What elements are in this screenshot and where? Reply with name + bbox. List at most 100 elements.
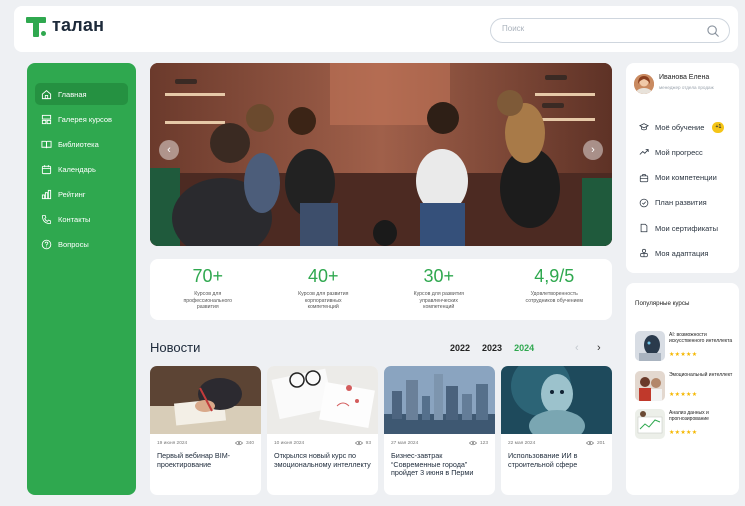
- news-date: 19 июня 2024: [157, 440, 188, 446]
- news-title: Открылся новый курс по эмоциональному ин…: [274, 451, 371, 469]
- year-tab-active[interactable]: 2024: [514, 343, 534, 353]
- profile-panel: Иванова Елена менеджер отдела продаж Моё…: [626, 63, 739, 273]
- calendar-icon: [41, 164, 52, 174]
- sidebar-item-home[interactable]: Главная: [35, 83, 128, 105]
- graduation-cap-icon: [639, 123, 649, 131]
- profile-role: менеджер отдела продаж: [659, 85, 714, 90]
- news-image: [150, 366, 261, 434]
- popular-course-item[interactable]: Эмоциональный интеллект ★★★★★: [635, 371, 735, 403]
- news-meta: 19 июня 2024 340: [150, 434, 261, 446]
- news-date: 27 мая 2024: [391, 440, 419, 446]
- eye-icon: [468, 440, 477, 446]
- chevron-left-icon: ‹: [575, 342, 579, 354]
- target-icon: [639, 198, 649, 208]
- news-title: Первый вебинар BIM-проектирование: [157, 451, 231, 469]
- profile-item-progress[interactable]: Мой прогресс: [639, 146, 724, 158]
- stat-value: 40+: [307, 266, 339, 286]
- hero-next-button[interactable]: ›: [583, 140, 603, 160]
- news-views: 201: [585, 440, 605, 446]
- home-icon: [41, 89, 52, 99]
- profile-item-adaptation[interactable]: Моя адаптация: [639, 247, 724, 259]
- news-views: 123: [468, 440, 488, 446]
- stats-panel: 70+ Курсов для профессионального развити…: [150, 259, 612, 320]
- search-box[interactable]: [490, 18, 730, 43]
- news-date: 10 июня 2024: [274, 440, 305, 446]
- news-prev-button[interactable]: ‹: [575, 342, 579, 354]
- search-icon[interactable]: [706, 24, 720, 38]
- profile-item-learning[interactable]: Моё обучение +1: [639, 121, 725, 133]
- news-title: Использование ИИ в строительной сфере: [508, 451, 578, 469]
- news-views-count: 201: [596, 440, 605, 446]
- avatar[interactable]: [634, 74, 654, 94]
- search-input[interactable]: [502, 24, 692, 33]
- news-views: 93: [354, 440, 371, 446]
- eye-icon: [585, 440, 594, 446]
- trend-up-icon: [639, 149, 649, 156]
- sidebar-item-label: Контакты: [58, 214, 91, 224]
- year-tab[interactable]: 2023: [482, 343, 502, 353]
- news-next-button[interactable]: ›: [597, 342, 601, 354]
- profile-item-competencies[interactable]: Мои компетенции: [639, 172, 724, 184]
- news-date: 22 мая 2024: [508, 440, 536, 446]
- course-thumbnail: [635, 371, 665, 401]
- hero-banner: ‹ ›: [150, 63, 612, 246]
- sidebar-item-label: Главная: [58, 89, 87, 99]
- news-card[interactable]: 10 июня 2024 93 Открылся новый курс по э…: [267, 366, 378, 495]
- news-views-count: 340: [245, 440, 254, 446]
- profile-item-label: План развития: [655, 198, 707, 208]
- stat-value: 30+: [423, 266, 455, 286]
- sidebar-item-library[interactable]: Библиотека: [35, 133, 128, 155]
- news-meta: 27 мая 2024 123: [384, 434, 495, 446]
- stat-value: 4,9/5: [534, 266, 575, 286]
- course-thumbnail: [635, 409, 665, 439]
- eye-icon: [234, 440, 243, 446]
- logo[interactable]: талан: [26, 15, 104, 39]
- users-icon: [640, 249, 648, 258]
- news-card[interactable]: 22 мая 2024 201 Использование ИИ в строи…: [501, 366, 612, 495]
- news-heading: Новости: [150, 340, 201, 355]
- profile-item-label: Мои компетенции: [655, 173, 717, 183]
- stat-description: Курсов для развития корпоративных компет…: [298, 291, 349, 310]
- star-rating: ★★★★★: [669, 430, 698, 436]
- top-header: талан: [14, 6, 738, 52]
- news-image: [501, 366, 612, 434]
- stat-description: Курсов для развития управленческих компе…: [413, 291, 464, 310]
- chevron-right-icon: ›: [591, 144, 595, 156]
- news-image: [267, 366, 378, 434]
- sidebar-item-gallery[interactable]: Галерея курсов: [35, 108, 128, 130]
- popular-courses-heading: Популярные курсы: [635, 300, 690, 307]
- hero-prev-button[interactable]: ‹: [159, 140, 179, 160]
- sidebar-item-questions[interactable]: Вопросы: [35, 233, 128, 255]
- popular-course-item[interactable]: Анализ данных и прогнозирование ★★★★★: [635, 409, 735, 441]
- profile-item-certificates[interactable]: Мои сертификаты: [639, 222, 724, 234]
- profile-item-label: Моё обучение: [655, 122, 705, 132]
- stat-value: 70+: [192, 266, 224, 286]
- profile-menu: Моё обучение +1 Мой прогресс Мои компете…: [639, 121, 725, 273]
- profile-item-plan[interactable]: План развития: [639, 197, 724, 209]
- profile-item-label: Мой прогресс: [655, 147, 703, 157]
- news-card[interactable]: 27 мая 2024 123 Бизнес-завтрак “Современ…: [384, 366, 495, 495]
- sidebar-item-contacts[interactable]: Контакты: [35, 208, 128, 230]
- sidebar-item-calendar[interactable]: Календарь: [35, 158, 128, 180]
- sidebar-item-rating[interactable]: Рейтинг: [35, 183, 128, 205]
- rating-icon: [41, 189, 52, 199]
- year-tab[interactable]: 2022: [450, 343, 470, 353]
- year-filter: 2022 2023 2024: [450, 343, 534, 353]
- news-card[interactable]: 19 июня 2024 340 Первый вебинар BIM-прое…: [150, 366, 261, 495]
- news-views-count: 93: [365, 440, 371, 446]
- stat-item: 30+ Курсов для развития управленческих к…: [381, 259, 497, 320]
- popular-course-item[interactable]: AI: возможности искусственного интеллект…: [635, 331, 735, 363]
- hero-photo: [150, 63, 612, 246]
- sidebar-item-label: Календарь: [58, 164, 96, 174]
- notification-badge: +1: [712, 121, 725, 133]
- eye-icon: [354, 440, 363, 446]
- course-name: AI: возможности искусственного интеллект…: [669, 332, 733, 344]
- stat-item: 4,9/5 Удовлетворенность сотрудников обуч…: [497, 259, 613, 320]
- sidebar-item-label: Библиотека: [58, 139, 99, 149]
- news-views-count: 123: [479, 440, 488, 446]
- logo-mark-icon: [26, 15, 46, 39]
- news-views: 340: [234, 440, 254, 446]
- star-rating: ★★★★★: [669, 392, 698, 398]
- popular-courses-panel: Популярные курсы AI: возможности искусст…: [626, 283, 739, 495]
- logo-text: талан: [52, 14, 105, 35]
